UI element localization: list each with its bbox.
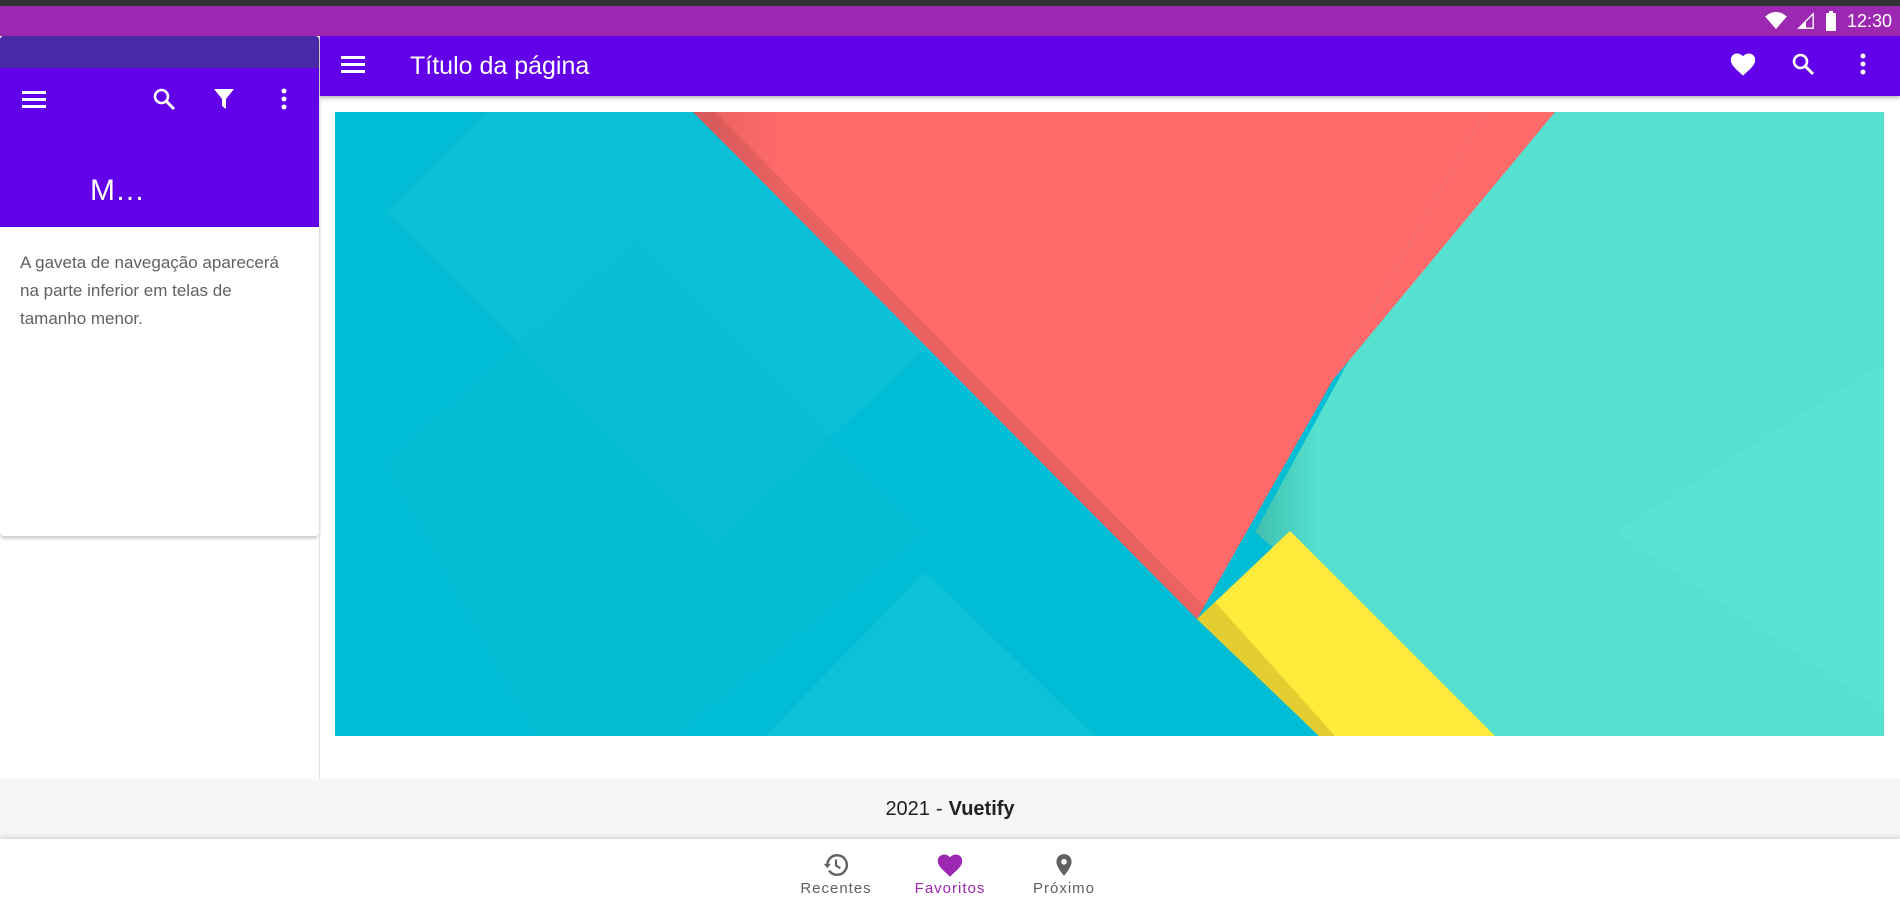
drawer-filter-button[interactable] — [204, 81, 244, 121]
bottom-navigation: Recentes Favoritos Próximo — [0, 839, 1900, 910]
history-icon — [822, 852, 850, 878]
footer: 2021 - Vuetify — [0, 779, 1900, 839]
app-root: 12:30 M… A gaveta de navegação aparecerá… — [0, 0, 1900, 910]
heart-icon — [936, 852, 964, 878]
drawer-title: M… — [90, 174, 145, 207]
favorite-button[interactable] — [1723, 46, 1763, 86]
menu-icon — [22, 89, 48, 114]
status-time: 12:30 — [1846, 10, 1892, 31]
battery-icon — [1825, 11, 1837, 31]
drawer-toolbar-extension — [0, 36, 319, 68]
app-bar: Título da página — [320, 36, 1900, 96]
signal-icon — [1797, 12, 1815, 30]
nav-label-favoritos: Favoritos — [914, 880, 986, 897]
wifi-icon — [1765, 12, 1787, 30]
page-title: Título da página — [410, 52, 590, 80]
footer-separator: - — [935, 797, 943, 820]
drawer-menu-button[interactable] — [15, 81, 55, 121]
menu-icon — [341, 54, 367, 79]
nav-item-recentes[interactable]: Recentes — [779, 839, 893, 910]
nav-item-proximo[interactable]: Próximo — [1007, 839, 1121, 910]
hero-image — [335, 112, 1884, 736]
nav-label-recentes: Recentes — [800, 880, 872, 897]
more-vert-icon — [1859, 52, 1867, 81]
status-bar: 12:30 — [0, 6, 1900, 36]
drawer-description: A gaveta de navegação aparecerá na parte… — [0, 227, 319, 536]
location-pin-icon — [1051, 852, 1077, 878]
drawer-more-button[interactable] — [264, 81, 304, 121]
nav-label-proximo: Próximo — [1032, 880, 1095, 897]
nav-item-favoritos[interactable]: Favoritos — [893, 839, 1007, 910]
search-button[interactable] — [1783, 46, 1823, 86]
filter-icon — [212, 87, 236, 116]
content-divider — [319, 96, 320, 779]
drawer-search-button[interactable] — [144, 81, 184, 121]
search-icon — [1791, 52, 1815, 81]
search-icon — [152, 87, 176, 116]
status-icons: 12:30 — [1765, 6, 1892, 36]
heart-icon — [1729, 51, 1757, 82]
footer-year: 2021 — [885, 797, 930, 820]
more-vert-icon — [280, 87, 288, 116]
app-menu-button[interactable] — [334, 46, 374, 86]
footer-brand: Vuetify — [948, 797, 1015, 820]
drawer-toolbar: M… — [0, 36, 319, 227]
more-button[interactable] — [1843, 46, 1883, 86]
